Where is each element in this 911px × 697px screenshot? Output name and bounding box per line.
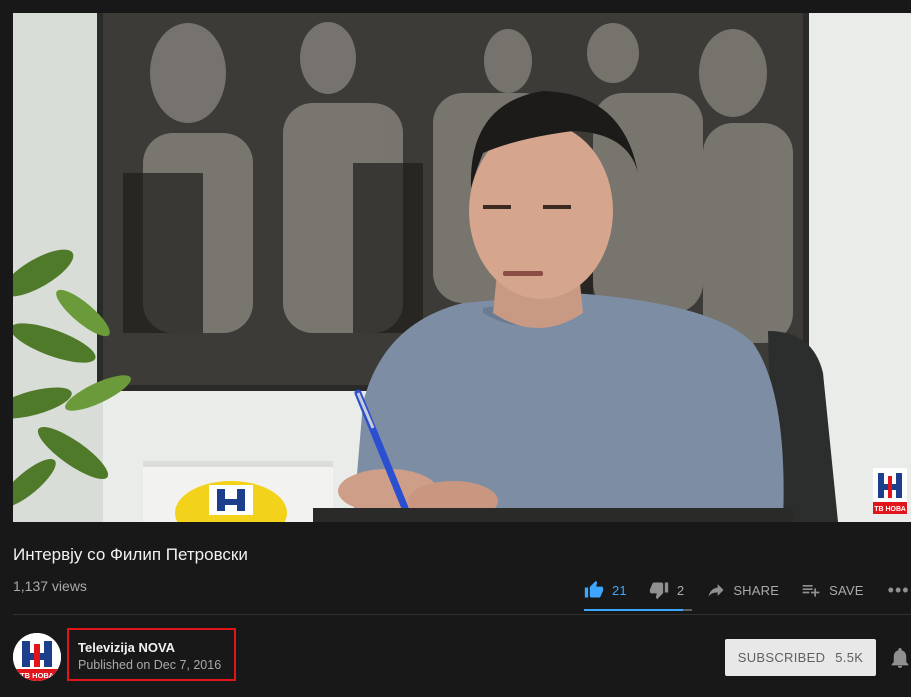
channel-watermark-logo[interactable]: ТВ НОВА [873,468,907,514]
view-count: 1,137 views [13,578,87,594]
watermark-logo-text: ТВ НОВА [874,506,906,513]
share-arrow-icon [708,584,724,597]
dislike-button[interactable]: 2 [649,577,684,603]
like-button[interactable]: 21 [584,577,627,603]
save-button[interactable]: SAVE [801,577,864,603]
action-bar: 21 2 SHARE SAVE ••• [584,577,910,603]
publish-date: Published on Dec 7, 2016 [78,658,222,672]
share-button[interactable]: SHARE [706,577,779,603]
dislike-count: 2 [676,582,685,598]
share-label: SHARE [733,582,780,598]
like-ratio-bar-empty [683,609,692,611]
like-ratio-bar-filled [584,609,683,611]
channel-name-link[interactable]: Televizija NOVA [78,640,175,655]
save-label: SAVE [829,582,864,598]
avatar-logo-text: ТВ НОВА [20,671,54,680]
like-count: 21 [612,582,627,598]
playlist-add-icon [802,585,820,597]
notification-bell-icon[interactable] [890,647,910,669]
video-frame [13,13,911,522]
subscribed-label: SUBSCRIBED [737,650,826,665]
thumbs-up-icon [584,580,604,598]
video-title: Интервју со Филип Петровски [13,545,248,564]
subscriber-count: 5.5K [835,650,864,665]
section-divider [13,614,911,615]
video-player[interactable]: ТВ НОВА [13,13,911,522]
more-actions-button[interactable]: ••• [888,577,910,603]
watch-page: ТВ НОВА Интервју со Филип Петровски 1,13… [0,0,911,697]
channel-logo-icon: ТВ НОВА [13,633,61,681]
channel-avatar[interactable]: ТВ НОВА [13,633,61,681]
subscribed-button[interactable]: SUBSCRIBED 5.5K [725,639,876,676]
thumbs-down-icon [649,582,669,600]
